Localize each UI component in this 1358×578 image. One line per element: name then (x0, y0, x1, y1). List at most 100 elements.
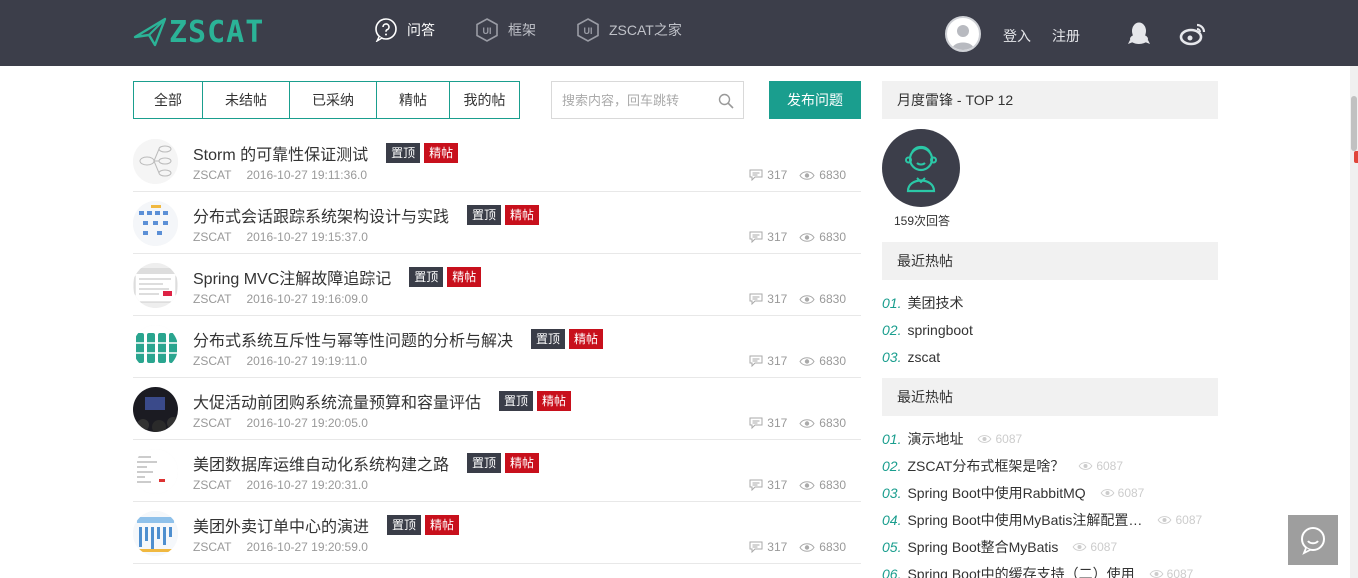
eye-icon (799, 232, 815, 242)
essence-badge: 精帖 (505, 453, 540, 473)
post-author[interactable]: ZSCAT (193, 292, 231, 306)
hot-post-item[interactable]: 05. Spring Boot整合MyBatis 6087 (882, 533, 1218, 560)
search-input[interactable] (552, 83, 712, 117)
hot-posts-list: 01. 美团技术 02. springboot 03. zscat (882, 289, 1218, 370)
eye-icon (1158, 515, 1172, 524)
post-author[interactable]: ZSCAT (193, 168, 231, 182)
post-thumbnail[interactable] (133, 325, 178, 370)
ui-badge-icon: UI (475, 18, 499, 42)
tab-mine[interactable]: 我的帖 (450, 82, 519, 118)
pinned-badge: 置顶 (387, 515, 422, 535)
hot-post-item[interactable]: 03. zscat (882, 343, 1218, 370)
post-thumbnail[interactable] (133, 201, 178, 246)
comment-count: 317 (767, 478, 788, 492)
main-nav: 问答 UI 框架 UI ZSCAT之家 (374, 18, 722, 42)
comment-icon (749, 541, 763, 553)
eye-icon (1149, 569, 1164, 578)
view-count: 6830 (819, 292, 846, 306)
page-scrollbar[interactable] (1350, 66, 1358, 578)
post-author[interactable]: ZSCAT (193, 478, 231, 492)
qq-icon[interactable] (1125, 20, 1153, 48)
pinned-badge: 置顶 (467, 453, 502, 473)
monthly-top-header: 月度雷锋 - TOP 12 (882, 81, 1218, 119)
site-logo[interactable]: ZSCAT (133, 14, 264, 50)
comment-icon (749, 479, 763, 491)
boy-avatar-icon (905, 145, 937, 193)
ui-badge-icon: UI (576, 18, 600, 42)
item-label: Spring Boot中使用MyBatis注解配置详解 (907, 511, 1144, 528)
post-title-link[interactable]: 美团数据库运维自动化系统构建之路 (193, 451, 449, 475)
post-title-link[interactable]: 分布式会话跟踪系统架构设计与实践 (193, 203, 449, 227)
pinned-badge: 置顶 (386, 143, 421, 163)
publish-question-button[interactable]: 发布问题 (769, 81, 861, 119)
post-thumbnail[interactable] (133, 449, 178, 494)
comment-count: 317 (767, 416, 788, 430)
item-number: 03. (882, 348, 902, 365)
comment-icon (749, 293, 763, 305)
hot-post-item[interactable]: 03. Spring Boot中使用RabbitMQ 6087 (882, 479, 1218, 506)
post-title-link[interactable]: Storm 的可靠性保证测试 (193, 141, 368, 165)
search-icon[interactable] (718, 93, 734, 112)
chat-button[interactable] (1288, 515, 1338, 565)
post-author[interactable]: ZSCAT (193, 354, 231, 368)
nav-item-home[interactable]: UI ZSCAT之家 (576, 18, 682, 42)
post-time: 2016-10-27 19:19:11.0 (246, 354, 367, 368)
tab-accepted[interactable]: 已采纳 (290, 82, 377, 118)
hot-post-item[interactable]: 02. springboot (882, 316, 1218, 343)
post-item: 美团外卖订单中心的演进 置顶 精帖 ZSCAT 2016-10-27 19:20:… (133, 502, 861, 564)
svg-text:UI: UI (584, 26, 593, 36)
item-number: 03. (882, 484, 902, 501)
item-label: Spring Boot整合MyBatis (907, 538, 1059, 555)
comment-count: 317 (767, 354, 788, 368)
tab-essence[interactable]: 精帖 (377, 82, 450, 118)
top-navbar: ZSCAT 问答 UI 框架 UI ZSCAT之家 登入 注册 (0, 0, 1358, 66)
hot-post-item[interactable]: 02. ZSCAT分布式框架是啥？ 6087 (882, 452, 1218, 479)
post-author[interactable]: ZSCAT (193, 416, 231, 430)
eye-icon (799, 356, 815, 366)
post-title-link[interactable]: 大促活动前团购系统流量预算和容量评估 (193, 389, 481, 413)
item-number: 01. (882, 294, 902, 311)
nav-item-framework[interactable]: UI 框架 (475, 18, 536, 42)
eye-icon (799, 480, 815, 490)
view-count: 6830 (819, 478, 846, 492)
hot-post-item[interactable]: 01. 美团技术 (882, 289, 1218, 316)
essence-badge: 精帖 (447, 267, 482, 287)
top-user-avatar[interactable] (882, 129, 960, 207)
post-time: 2016-10-27 19:16:09.0 (246, 292, 368, 306)
post-author[interactable]: ZSCAT (193, 540, 231, 554)
item-number: 02. (882, 321, 902, 338)
post-thumbnail[interactable] (133, 511, 178, 556)
post-thumbnail[interactable] (133, 139, 178, 184)
post-thumbnail[interactable] (133, 387, 178, 432)
eye-icon (799, 418, 815, 428)
top-user-answer-count: 159次回答 (893, 214, 951, 228)
post-thumbnail[interactable] (133, 263, 178, 308)
weibo-icon[interactable] (1179, 20, 1207, 48)
register-link[interactable]: 注册 (1052, 26, 1080, 46)
nav-item-label: 问答 (407, 22, 435, 38)
post-title-link[interactable]: 分布式系统互斥性与幂等性问题的分析与解决 (193, 327, 513, 351)
hot-post-item[interactable]: 06. Spring Boot中的缓存支持（二）使用 6087 (882, 560, 1218, 578)
tab-unresolved[interactable]: 未结帖 (203, 82, 290, 118)
view-count: 6830 (819, 230, 846, 244)
tab-all[interactable]: 全部 (134, 82, 203, 118)
post-time: 2016-10-27 19:20:05.0 (246, 416, 368, 430)
post-title-link[interactable]: 美团外卖订单中心的演进 (193, 513, 369, 537)
eye-icon (978, 434, 992, 443)
user-avatar[interactable] (945, 16, 981, 52)
scrollbar-thumb[interactable] (1351, 96, 1357, 151)
login-link[interactable]: 登入 (1003, 26, 1031, 46)
post-title-link[interactable]: Spring MVC注解故障追踪记 (193, 265, 391, 289)
hot-post-item[interactable]: 01. 演示地址 6087 (882, 425, 1218, 452)
filter-tabs: 全部 未结帖 已采纳 精帖 我的帖 (133, 81, 520, 119)
view-count: 6087 (1090, 539, 1118, 554)
view-count: 6087 (1166, 566, 1194, 578)
side-marker (1354, 151, 1358, 163)
post-author[interactable]: ZSCAT (193, 230, 231, 244)
item-number: 06. (882, 565, 902, 578)
svg-text:UI: UI (483, 26, 492, 36)
hot-post-item[interactable]: 04. Spring Boot中使用MyBatis注解配置详解 6087 (882, 506, 1218, 533)
nav-item-qa[interactable]: 问答 (374, 18, 435, 42)
comment-count: 317 (767, 168, 788, 182)
eye-icon (799, 294, 815, 304)
